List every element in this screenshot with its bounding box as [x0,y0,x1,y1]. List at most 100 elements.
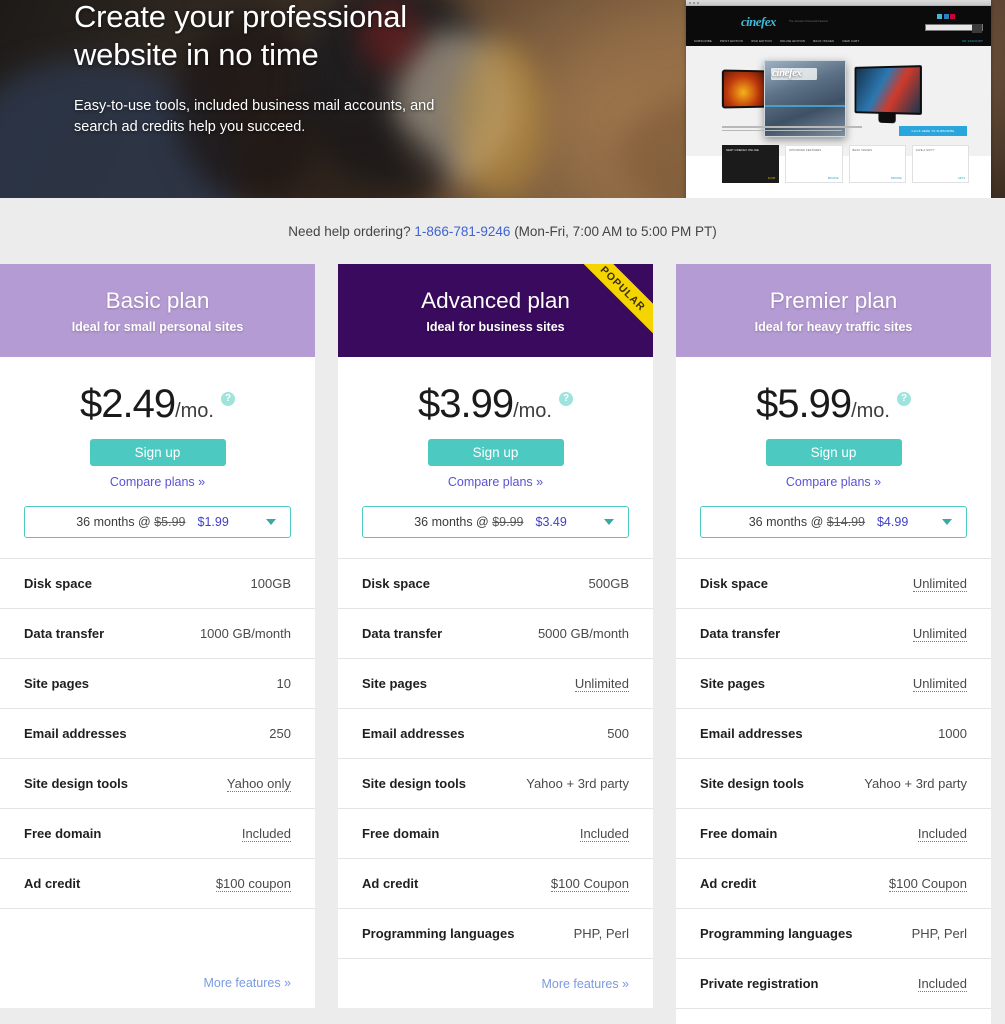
preview-card-link: BROWSE [891,177,902,180]
term-duration-label: 36 months @ [748,515,824,529]
preview-site-nav: SUBSCRIBE PRINT EDITION IPAD EDITION ONL… [694,39,983,43]
feature-value[interactable]: Unlimited [912,676,967,692]
preview-card-label: NEW! CINEFEX ONLINE [726,149,759,152]
preview-nav-item: ONLINE EDITION [779,39,806,43]
plan-name: Advanced plan [421,287,570,313]
hero-title-line-1: Create your professional [74,0,407,34]
term-selector-value: 36 months @ $14.99 $4.99 [701,515,942,529]
feature-value: 5000 GB/month [537,626,629,641]
preview-card-link: $4.995 [767,177,776,180]
sign-up-button[interactable]: Sign up [89,439,226,466]
help-hours-text: (Mon-Fri, 7:00 AM to 5:00 PM PT) [514,223,717,239]
feature-label: Data transfer [362,626,443,641]
feature-row: Ad credit $100 Coupon [676,858,991,908]
price-help-icon[interactable]: ? [559,391,573,406]
feature-value[interactable]: Included [917,976,967,992]
help-phone-link[interactable]: 1-866-781-9246 [414,224,510,239]
feature-value: PHP, Perl [573,926,629,941]
chevron-down-icon[interactable] [266,519,276,525]
plan-body: $2.49/mo.? Sign up Compare plans » 36 month… [0,357,315,538]
term-selector-dropdown[interactable]: 36 months @ $9.99 $3.49 [362,506,629,538]
feature-value[interactable]: $100 coupon [215,876,291,892]
plan-price: $2.49 [79,382,176,426]
price-help-icon[interactable]: ? [221,391,235,406]
feature-row: Site pages 10 [0,658,315,708]
plan-body: $5.99/mo.? Sign up Compare plans » 36 month… [676,357,991,538]
feature-row-empty [0,908,315,958]
pricing-card: Basic plan Ideal for small personal sites… [0,264,315,1008]
feature-value[interactable]: Included [917,826,967,842]
feature-row: Email addresses 500 [338,708,653,758]
feature-row: Programming languages PHP, Perl [338,908,653,958]
term-selector-dropdown[interactable]: 36 months @ $14.99 $4.99 [700,506,967,538]
feature-label: Disk space [700,576,768,591]
plan-tagline: Ideal for heavy traffic sites [754,319,913,334]
compare-plans-link[interactable]: Compare plans » [700,475,967,489]
plan-header: Advanced plan Ideal for business sites POP… [338,264,653,357]
feature-value: 500 [607,726,629,741]
feature-label: Site pages [362,676,428,691]
preview-card-link: BROWSE [827,177,839,180]
pricing-card: Advanced plan Ideal for business sites POP… [338,264,653,1008]
more-features-link[interactable]: More features » [203,976,291,990]
feature-row: Free domain Included [338,808,653,858]
preview-nav-item: SUBSCRIBE [694,39,712,43]
feature-label: Site pages [24,676,90,691]
term-old-price: $14.99 [826,515,865,529]
price-period: /mo. [175,400,214,422]
feature-value[interactable]: Included [241,826,291,842]
feature-row: Data transfer 1000 GB/month [0,608,315,658]
feature-label: Free domain [700,826,778,841]
feature-row: Site pages Unlimited [338,658,653,708]
feature-value[interactable]: $100 Coupon [888,876,967,892]
price-row: $3.99/mo.? [362,357,629,427]
feature-label: Disk space [362,576,430,591]
feature-value[interactable]: Unlimited [574,676,629,692]
feature-value[interactable]: Yahoo only [226,776,291,792]
feature-value: 100GB [250,576,291,591]
feature-row: Free domain Included [676,808,991,858]
preview-card: BACK ISSUES BROWSE [848,145,906,183]
feature-label: Data transfer [24,626,105,641]
pricing-plans-container: Basic plan Ideal for small personal sites… [0,264,1005,1024]
hero-title-line-2: website in no time [74,37,319,72]
sign-up-button[interactable]: Sign up [427,439,564,466]
term-selector-dropdown[interactable]: 36 months @ $5.99 $1.99 [24,506,291,538]
feature-row: Email addresses 250 [0,708,315,758]
more-features-row: More features » [338,958,653,1008]
feature-label: Programming languages [362,926,515,941]
feature-row: Data transfer Unlimited [676,608,991,658]
compare-plans-link[interactable]: Compare plans » [24,475,291,489]
feature-label: Programming languages [700,926,853,941]
feature-value[interactable]: Included [579,826,629,842]
preview-nav-item: IPAD EDITION [751,39,772,43]
chevron-down-icon[interactable] [604,519,614,525]
hero-subtitle: Easy-to-use tools, included business mai… [74,96,594,138]
feature-label: Site pages [700,676,766,691]
feature-value: 1000 GB/month [199,626,291,641]
price-help-icon[interactable]: ? [897,391,911,406]
price-row: $5.99/mo.? [700,357,967,427]
more-features-row: More features » [0,958,315,1008]
feature-row: Private registration Included [676,958,991,1008]
plan-body: $3.99/mo.? Sign up Compare plans » 36 month… [338,357,653,538]
feature-label: Site design tools [700,776,805,791]
feature-row: Site pages Unlimited [676,658,991,708]
feature-value: 500GB [588,576,629,591]
feature-value[interactable]: $100 Coupon [550,876,629,892]
more-features-link[interactable]: More features » [541,977,629,991]
pricing-card: Premier plan Ideal for heavy traffic site… [676,264,991,1024]
feature-list: Disk space 100GB Data transfer 1000 GB/mont… [0,558,315,1008]
chevron-down-icon[interactable] [942,519,952,525]
feature-value[interactable]: Unlimited [912,576,967,592]
compare-plans-link[interactable]: Compare plans » [362,475,629,489]
feature-label: Ad credit [362,876,419,891]
feature-label: Email addresses [362,726,465,741]
term-duration-label: 36 months @ [414,515,489,529]
term-old-price: $5.99 [154,515,186,529]
term-selector-value: 36 months @ $9.99 $3.49 [363,515,604,529]
feature-value[interactable]: Unlimited [912,626,967,642]
sign-up-button[interactable]: Sign up [765,439,902,466]
feature-label: Site design tools [362,776,467,791]
feature-label: Site design tools [24,776,129,791]
